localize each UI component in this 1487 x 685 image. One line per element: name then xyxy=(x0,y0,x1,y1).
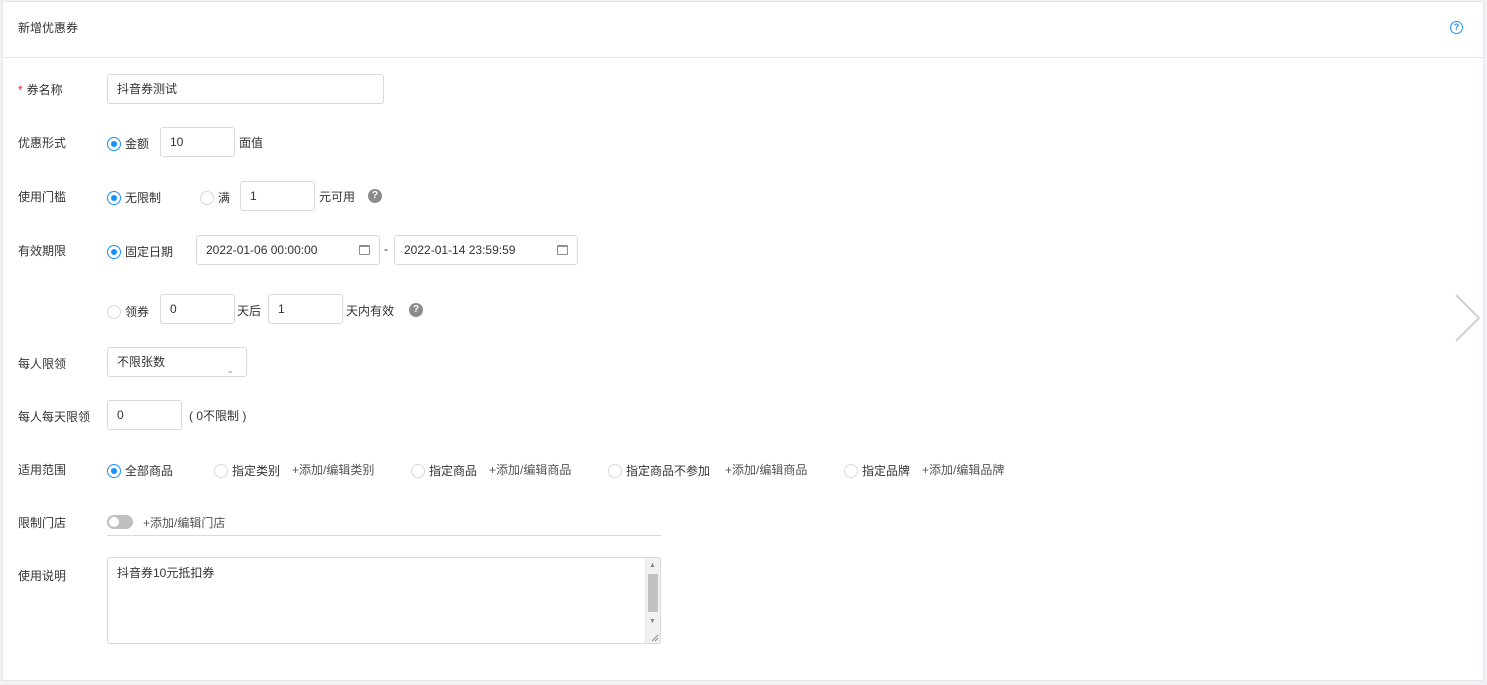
scope-label: 适用范围 xyxy=(18,463,67,477)
page-title: 新增优惠券 xyxy=(18,21,79,35)
store-limit-toggle[interactable] xyxy=(107,515,133,529)
yuan-usable-label: 元可用 xyxy=(319,190,356,204)
divider xyxy=(107,535,661,536)
calendar-icon xyxy=(557,245,568,255)
radio-dot xyxy=(608,463,622,478)
question-icon[interactable]: ? xyxy=(368,189,382,203)
radio-scope-brand[interactable]: 指定品牌 xyxy=(844,462,910,479)
date-separator: - xyxy=(384,242,388,256)
start-date-input[interactable]: 2022-01-06 00:00:00 xyxy=(196,235,380,265)
radio-claim[interactable]: 领券 xyxy=(107,303,149,320)
question-circle-icon[interactable]: ? xyxy=(1450,21,1463,34)
scrollbar[interactable]: ▲ ▼ xyxy=(645,558,660,643)
radio-dot xyxy=(107,136,121,151)
radio-amount[interactable]: 金额 xyxy=(107,135,149,152)
face-value-label: 面值 xyxy=(239,136,264,150)
scroll-up-icon[interactable]: ▲ xyxy=(649,562,656,569)
radio-dot xyxy=(411,463,425,478)
chevron-down-icon: ⌄ xyxy=(226,365,234,375)
radio-dot xyxy=(107,244,121,259)
radio-unlimited[interactable]: 无限制 xyxy=(107,189,161,206)
radio-fixed-date[interactable]: 固定日期 xyxy=(107,243,173,260)
scroll-thumb[interactable] xyxy=(648,574,658,612)
valid-within-days-label: 天内有效 xyxy=(346,304,395,318)
daily-limit-input[interactable]: 0 xyxy=(107,400,182,430)
usage-note-textarea[interactable]: 抖音券10元抵扣券 ▲ ▼ xyxy=(107,557,661,644)
scroll-down-icon[interactable]: ▼ xyxy=(649,618,656,625)
radio-scope-all[interactable]: 全部商品 xyxy=(107,462,173,479)
full-amount-input[interactable]: 1 xyxy=(240,181,315,211)
radio-dot xyxy=(107,463,121,478)
radio-dot xyxy=(107,304,121,319)
calendar-icon xyxy=(359,245,370,255)
edit-goods-link[interactable]: +添加/编辑商品 xyxy=(489,461,571,478)
radio-scope-goods[interactable]: 指定商品 xyxy=(411,462,477,479)
amount-input[interactable]: 10 xyxy=(160,127,235,157)
valid-days-input[interactable]: 1 xyxy=(268,294,343,324)
radio-dot xyxy=(844,463,858,478)
add-coupon-panel: 新增优惠券 ? * 券名称 抖音券测试 优惠形式 金额 10 面值 使用门槛 无限… xyxy=(2,1,1484,681)
threshold-label: 使用门槛 xyxy=(18,190,67,204)
question-icon[interactable]: ? xyxy=(409,303,423,317)
edit-excluded-goods-link[interactable]: +添加/编辑商品 xyxy=(725,461,807,478)
coupon-name-label: * 券名称 xyxy=(18,83,63,97)
days-after-label: 天后 xyxy=(237,304,262,318)
daily-limit-hint: ( 0不限制 ) xyxy=(189,409,247,423)
chevron-right-icon[interactable] xyxy=(1452,292,1482,344)
radio-full[interactable]: 满 xyxy=(200,189,230,206)
per-person-limit-label: 每人限领 xyxy=(18,357,67,371)
radio-dot xyxy=(200,190,214,205)
edit-brand-link[interactable]: +添加/编辑品牌 xyxy=(922,461,1004,478)
validity-label: 有效期限 xyxy=(18,244,67,258)
required-mark: * xyxy=(18,83,23,97)
daily-limit-label: 每人每天限领 xyxy=(18,410,91,424)
radio-dot xyxy=(214,463,228,478)
resize-handle-icon[interactable] xyxy=(649,632,659,642)
panel-header: 新增优惠券 ? xyxy=(3,2,1483,58)
per-person-limit-select[interactable]: 不限张数 ⌄ xyxy=(107,347,247,377)
coupon-name-input[interactable]: 抖音券测试 xyxy=(107,74,384,104)
store-limit-label: 限制门店 xyxy=(18,516,67,530)
radio-dot xyxy=(107,190,121,205)
edit-store-link[interactable]: +添加/编辑门店 xyxy=(143,514,225,531)
end-date-input[interactable]: 2022-01-14 23:59:59 xyxy=(394,235,578,265)
claim-days-input[interactable]: 0 xyxy=(160,294,235,324)
radio-scope-exclude-goods[interactable]: 指定商品不参加 xyxy=(608,462,710,479)
usage-note-label: 使用说明 xyxy=(18,569,67,583)
discount-form-label: 优惠形式 xyxy=(18,136,67,150)
radio-scope-category[interactable]: 指定类别 xyxy=(214,462,280,479)
edit-category-link[interactable]: +添加/编辑类别 xyxy=(292,461,374,478)
